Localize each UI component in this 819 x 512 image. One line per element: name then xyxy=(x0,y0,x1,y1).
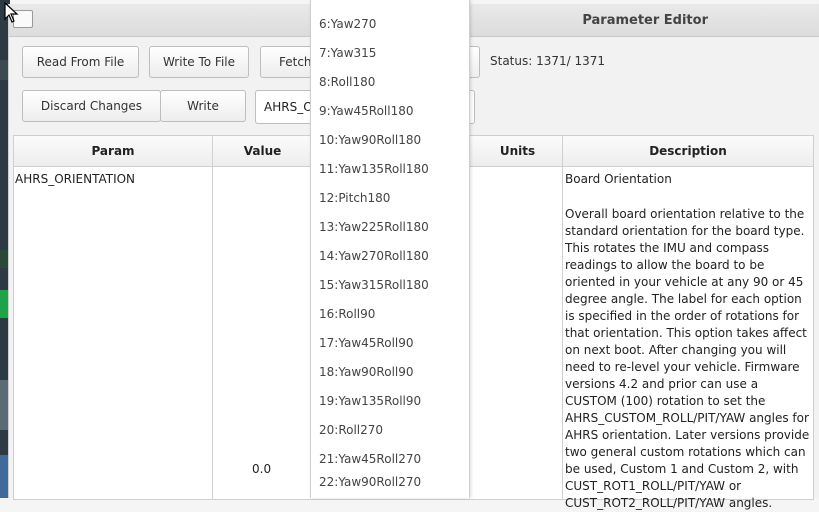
discard-changes-button[interactable]: Discard Changes xyxy=(22,90,161,122)
dropdown-option[interactable]: 22:Yaw90Roll270 xyxy=(319,472,421,498)
column-divider xyxy=(212,167,213,499)
mouse-cursor-icon xyxy=(4,2,19,23)
dropdown-option[interactable]: 19:Yaw135Roll90 xyxy=(319,391,421,420)
dropdown-option[interactable]: 14:Yaw270Roll180 xyxy=(319,246,429,275)
dropdown-option[interactable]: 20:Roll270 xyxy=(319,420,383,449)
description-text: Overall board orientation relative to th… xyxy=(565,207,810,510)
dropdown-option[interactable]: 17:Yaw45Roll90 xyxy=(319,333,414,362)
dropdown-option[interactable]: 16:Roll90 xyxy=(319,304,375,333)
write-to-file-button[interactable]: Write To File xyxy=(149,46,249,78)
header-value[interactable]: Value xyxy=(213,136,313,167)
dropdown-option[interactable]: 11:Yaw135Roll180 xyxy=(319,159,429,188)
description-title: Board Orientation xyxy=(565,172,672,186)
column-divider xyxy=(562,167,563,499)
dropdown-option[interactable]: 15:Yaw315Roll180 xyxy=(319,275,429,304)
dropdown-option[interactable]: 13:Yaw225Roll180 xyxy=(319,217,429,246)
dropdown-option[interactable]: 9:Yaw45Roll180 xyxy=(319,101,414,130)
status-text: Status: 1371/ 1371 xyxy=(490,54,606,68)
dropdown-option[interactable]: 12:Pitch180 xyxy=(319,188,390,217)
window-title: Parameter Editor xyxy=(582,13,708,28)
header-param[interactable]: Param xyxy=(14,136,213,167)
dropdown-option[interactable]: 10:Yaw90Roll180 xyxy=(319,130,421,159)
read-from-file-button[interactable]: Read From File xyxy=(22,46,139,78)
dropdown-option[interactable]: 8:Roll180 xyxy=(319,72,375,101)
header-description[interactable]: Description xyxy=(563,136,813,167)
dropdown-option[interactable]: 6:Yaw270 xyxy=(319,14,376,43)
dropdown-option[interactable]: 18:Yaw90Roll90 xyxy=(319,362,414,391)
write-button[interactable]: Write xyxy=(160,90,246,122)
orientation-dropdown-list[interactable]: 6:Yaw270 7:Yaw315 8:Roll180 9:Yaw45Roll1… xyxy=(310,0,470,498)
param-value-cell[interactable]: 0.0 xyxy=(252,462,271,476)
dropdown-option[interactable]: 7:Yaw315 xyxy=(319,43,376,72)
param-name-cell[interactable]: AHRS_ORIENTATION xyxy=(15,172,135,186)
